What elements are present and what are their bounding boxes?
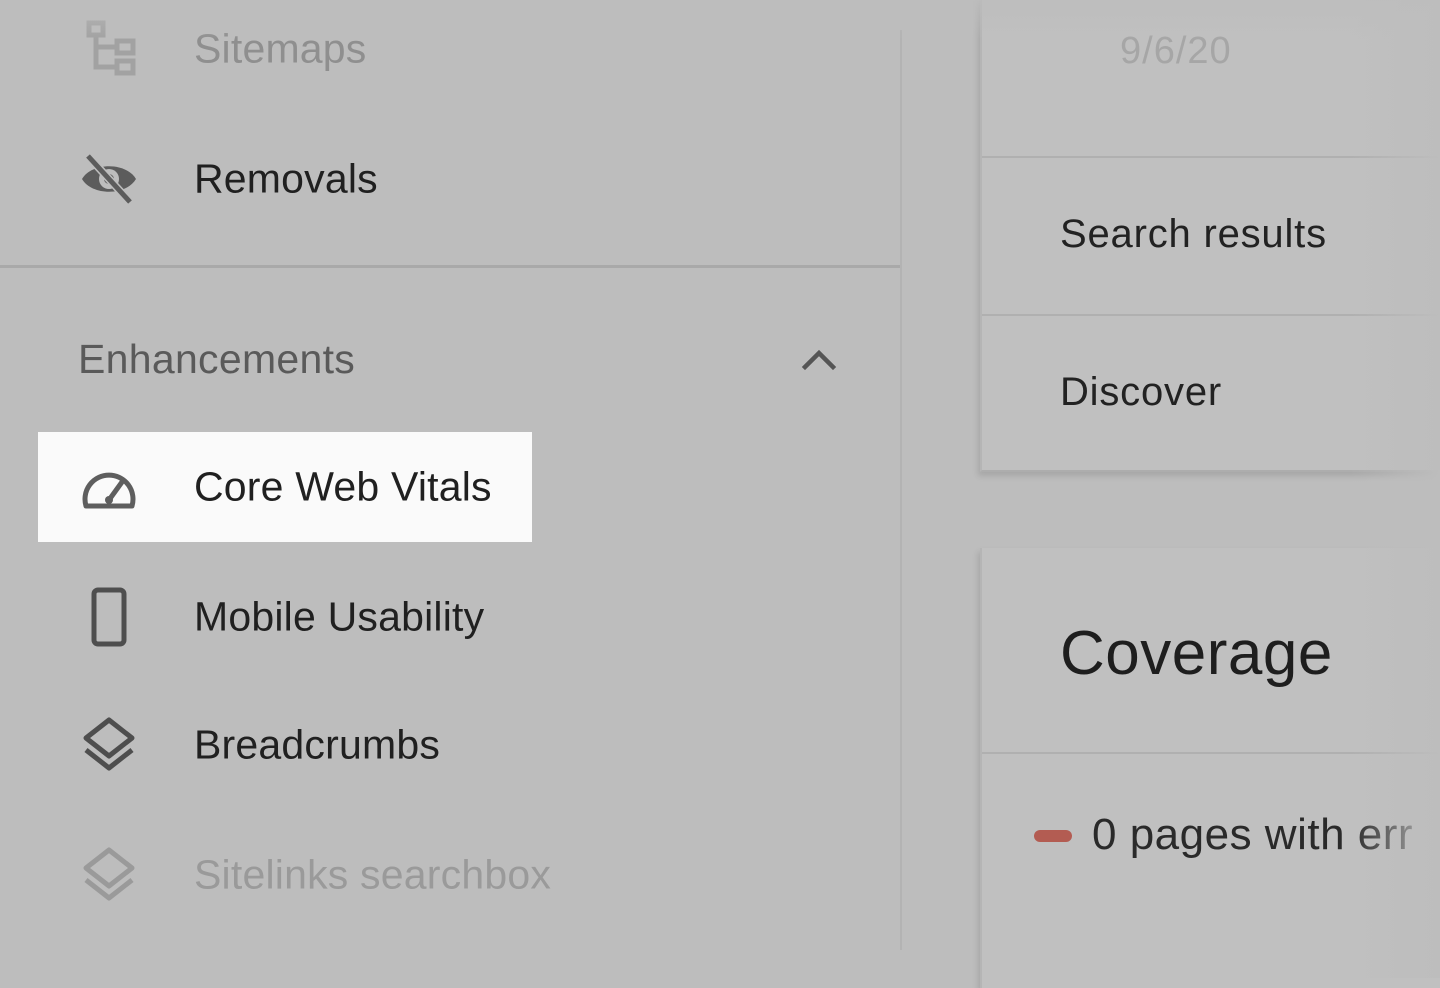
smartphone-icon bbox=[76, 584, 142, 650]
sidebar-item-label: Sitelinks searchbox bbox=[194, 851, 552, 898]
chevron-up-icon[interactable] bbox=[796, 336, 842, 382]
row-search-results[interactable]: Search results bbox=[1060, 212, 1327, 257]
eye-off-icon bbox=[76, 146, 142, 212]
sidebar-item-label: Breadcrumbs bbox=[194, 721, 441, 768]
sidebar-item-core-web-vitals[interactable]: Core Web Vitals bbox=[0, 432, 900, 542]
error-legend-marker bbox=[1034, 830, 1072, 842]
edge-fade bbox=[0, 0, 1440, 40]
sidebar-item-label: Core Web Vitals bbox=[194, 463, 492, 510]
sidebar-item-breadcrumbs[interactable]: Breadcrumbs bbox=[0, 690, 900, 800]
sidebar-item-label: Removals bbox=[194, 155, 378, 202]
edge-fade bbox=[1350, 0, 1440, 978]
panel-divider bbox=[900, 30, 902, 950]
sidebar-item-mobile-usability[interactable]: Mobile Usability bbox=[0, 562, 900, 672]
layers-icon bbox=[76, 712, 142, 778]
layers-icon bbox=[76, 842, 142, 908]
sidebar-item-sitelinks-searchbox[interactable]: Sitelinks searchbox bbox=[0, 820, 900, 930]
coverage-title: Coverage bbox=[1060, 619, 1333, 688]
section-title-enhancements: Enhancements bbox=[78, 336, 356, 382]
sidebar-nav: Sitemaps Removals Enhancements Core Web … bbox=[0, 0, 900, 978]
sidebar-item-removals[interactable]: Removals bbox=[0, 124, 900, 234]
speedometer-icon bbox=[76, 454, 142, 520]
sidebar-item-label: Mobile Usability bbox=[194, 593, 485, 640]
row-discover[interactable]: Discover bbox=[1060, 370, 1222, 415]
section-divider bbox=[0, 265, 900, 268]
